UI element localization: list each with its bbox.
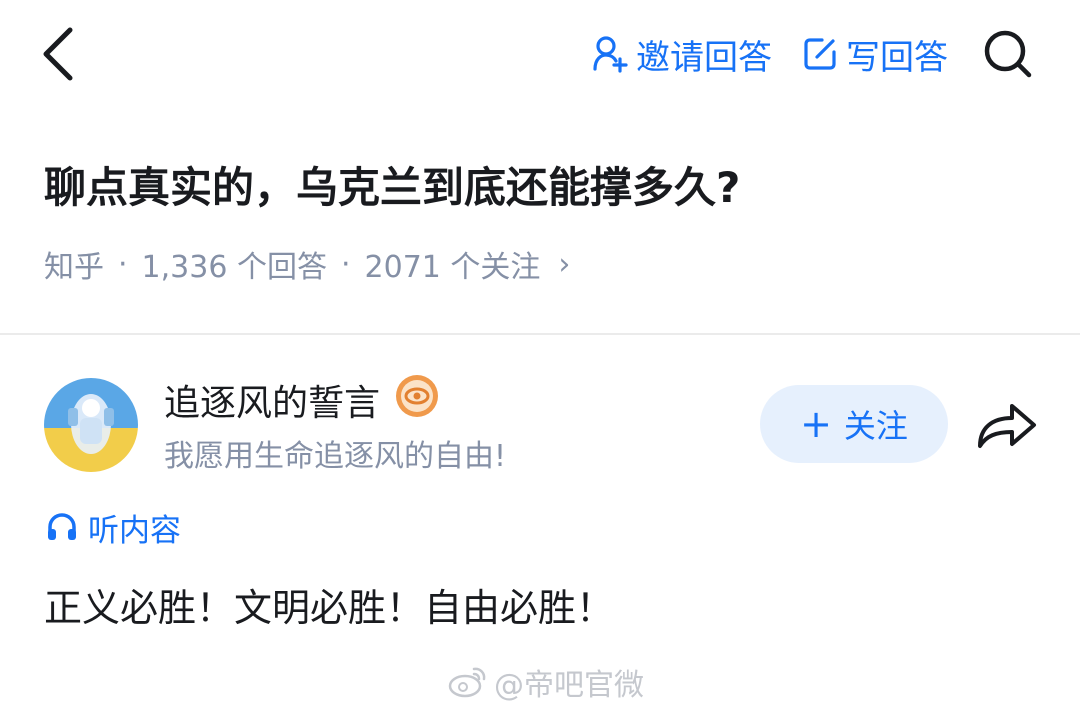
divider [0, 333, 1080, 335]
author-name-text: 追逐风的誓言 [164, 383, 381, 424]
answer-page: 邀请回答 写回答 聊点真实的，乌克兰到底还能撑多久? 知乎 · 1,336 个回… [0, 0, 1080, 709]
invite-user-icon [593, 36, 628, 73]
invite-answer-button[interactable]: 邀请回答 [592, 30, 772, 79]
verified-badge-icon [394, 373, 440, 428]
weibo-icon [448, 667, 486, 698]
listen-button[interactable]: 听内容 [46, 504, 181, 550]
answers-count: 1,336 个回答 [141, 250, 327, 285]
meta-separator: · [340, 246, 351, 282]
top-actions: 邀请回答 写回答 [592, 26, 1034, 82]
back-arrow-icon[interactable] [36, 24, 84, 84]
answer-content: 正义必胜！文明必胜！自由必胜！ [44, 586, 615, 630]
plus-icon: + [800, 402, 832, 446]
watermark: @帝吧官微 [448, 660, 644, 704]
search-icon[interactable] [982, 28, 1034, 80]
question-meta[interactable]: 知乎 · 1,336 个回答 · 2071 个关注 › [44, 240, 570, 288]
avatar[interactable] [44, 378, 138, 472]
meta-separator: · [118, 246, 128, 282]
headphones-icon [48, 513, 76, 540]
invite-answer-label: 邀请回答 [636, 37, 772, 78]
write-icon [804, 38, 836, 70]
follow-label: 关注 [843, 407, 908, 445]
author-name[interactable]: 追逐风的誓言 [164, 374, 440, 426]
follow-button[interactable]: + 关注 [760, 385, 948, 463]
question-source: 知乎 [44, 250, 104, 285]
followers-count: 2071 个关注 [364, 250, 541, 285]
question-title[interactable]: 聊点真实的，乌克兰到底还能撑多久? [44, 158, 1044, 218]
write-answer-label: 写回答 [846, 37, 948, 78]
chevron-right-icon: › [558, 246, 571, 282]
watermark-text: @帝吧官微 [494, 668, 644, 703]
author-bio: 我愿用生命追逐风的自由! [164, 439, 507, 474]
listen-label: 听内容 [88, 512, 181, 549]
write-answer-button[interactable]: 写回答 [802, 30, 948, 79]
share-arrow-icon[interactable] [974, 398, 1040, 452]
